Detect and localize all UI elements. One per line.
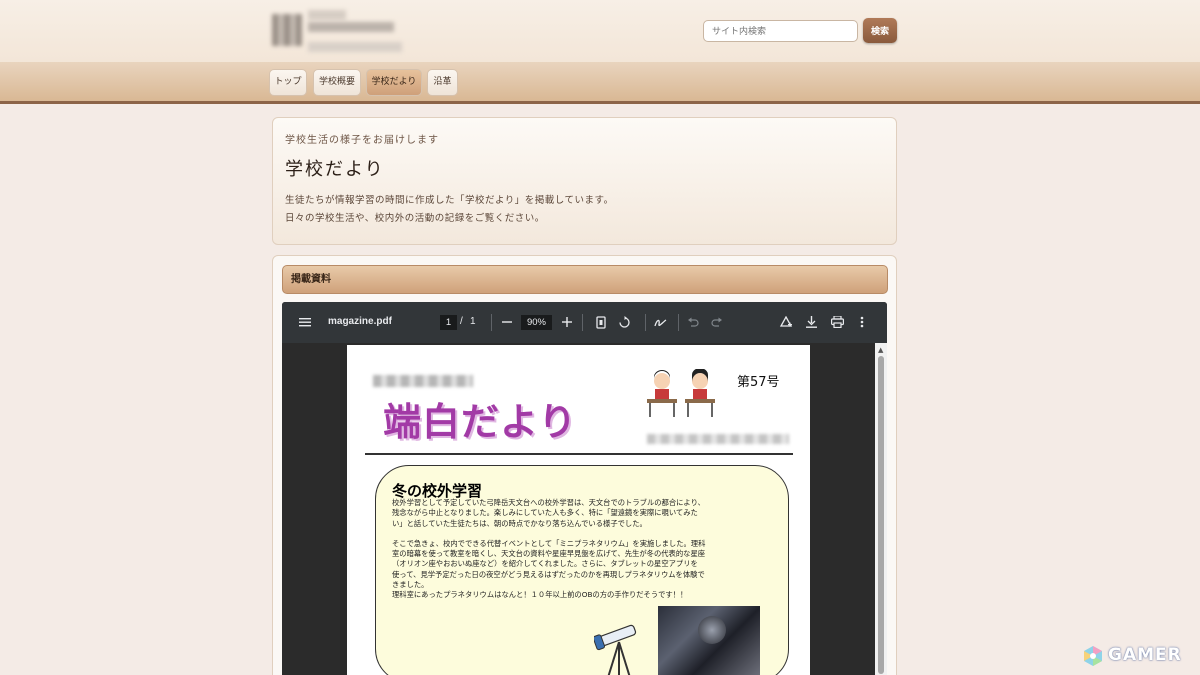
download-icon[interactable]: [806, 316, 817, 328]
pdf-scrollbar-thumb[interactable]: [878, 356, 884, 674]
zoom-out-icon[interactable]: [502, 317, 512, 327]
print-icon[interactable]: [831, 316, 844, 328]
planetarium-photo: [658, 606, 760, 675]
gamer-brand-text: GAMER: [1108, 645, 1182, 665]
school-emblem-icon: [272, 14, 302, 46]
documents-heading: 掲載資料: [282, 265, 888, 294]
more-options-icon[interactable]: [860, 316, 864, 328]
undo-icon[interactable]: [688, 317, 699, 327]
pdf-page: 第57号 端白だより 冬の校外学習 校外学習として予定していた弓降岳天文台への校…: [347, 345, 810, 675]
toolbar-divider: [491, 314, 492, 331]
fit-page-icon[interactable]: [596, 316, 606, 329]
nav-item-top[interactable]: トップ: [269, 69, 307, 96]
intro-eyebrow: 学校生活の様子をお届けします: [285, 135, 439, 146]
page-total: 1: [470, 316, 476, 327]
page-number-input[interactable]: 1: [440, 315, 457, 330]
telescope-icon: [594, 624, 637, 675]
logo-subtext-blurred: [308, 42, 402, 52]
newsletter-title: 端白だより: [383, 400, 578, 444]
school-name-blurred: [373, 375, 473, 387]
intro-card: 学校生活の様子をお届けします 学校だより 生徒たちが情報学習の時間に作成した「学…: [272, 117, 897, 245]
zoom-level-input[interactable]: 90%: [521, 315, 552, 330]
annotate-icon[interactable]: [654, 316, 667, 329]
nav-item-school-newsletter[interactable]: 学校だより: [366, 69, 422, 96]
date-blurred: [647, 434, 789, 444]
pdf-toolbar: magazine.pdf 1 / 1 90%: [282, 302, 887, 343]
school-logo[interactable]: [272, 10, 412, 60]
intro-description: 生徒たちが情報学習の時間に作成した「学校だより」を掲載しています。: [285, 195, 614, 206]
pdf-viewer[interactable]: magazine.pdf 1 / 1 90% 第57号 端白だより 冬の校外学習…: [282, 302, 887, 675]
site-header: 検索: [0, 0, 1200, 62]
logo-text-blurred: [308, 10, 346, 20]
scroll-up-icon[interactable]: ▲: [878, 346, 883, 354]
redo-icon[interactable]: [711, 317, 722, 327]
gamer-logo-icon: [1084, 646, 1102, 666]
add-drive-icon[interactable]: [779, 316, 793, 329]
zoom-in-icon[interactable]: [562, 317, 572, 327]
students-illustration-icon: [647, 369, 715, 417]
intro-description: 日々の学校生活や、校内外の活動の記録をご覧ください。: [285, 213, 545, 224]
toolbar-divider: [678, 314, 679, 331]
article-body: 校外学習として予定していた弓降岳天文台への校外学習は、天文台でのトラブルの都合に…: [392, 498, 770, 601]
main-nav: トップ 学校概要 学校だより 沿革: [0, 62, 1200, 104]
pdf-filename: magazine.pdf: [328, 316, 392, 327]
rotate-icon[interactable]: [618, 316, 631, 329]
toolbar-divider: [645, 314, 646, 331]
issue-number: 第57号: [737, 375, 780, 390]
article-paragraph: 校外学習として予定していた弓降岳天文台への校外学習は、天文台でのトラブルの都合に…: [392, 498, 705, 528]
toolbar-divider: [582, 314, 583, 331]
site-search-input[interactable]: [703, 20, 858, 42]
title-divider: [365, 453, 793, 455]
menu-icon[interactable]: [299, 316, 311, 328]
search-button[interactable]: 検索: [863, 18, 897, 43]
gamer-watermark: GAMER: [1082, 643, 1194, 669]
article-paragraph: そこで急きょ、校内でできる代替イベントとして「ミニプラネタリウム」を実施しました…: [392, 538, 706, 600]
article-box: 冬の校外学習 校外学習として予定していた弓降岳天文台への校外学習は、天文台でのト…: [375, 465, 789, 675]
page-separator: /: [460, 316, 463, 327]
nav-item-history[interactable]: 沿革: [427, 69, 458, 96]
nav-item-school-overview[interactable]: 学校概要: [313, 69, 361, 96]
logo-text-blurred: [308, 22, 394, 32]
page-title: 学校だより: [285, 159, 385, 180]
